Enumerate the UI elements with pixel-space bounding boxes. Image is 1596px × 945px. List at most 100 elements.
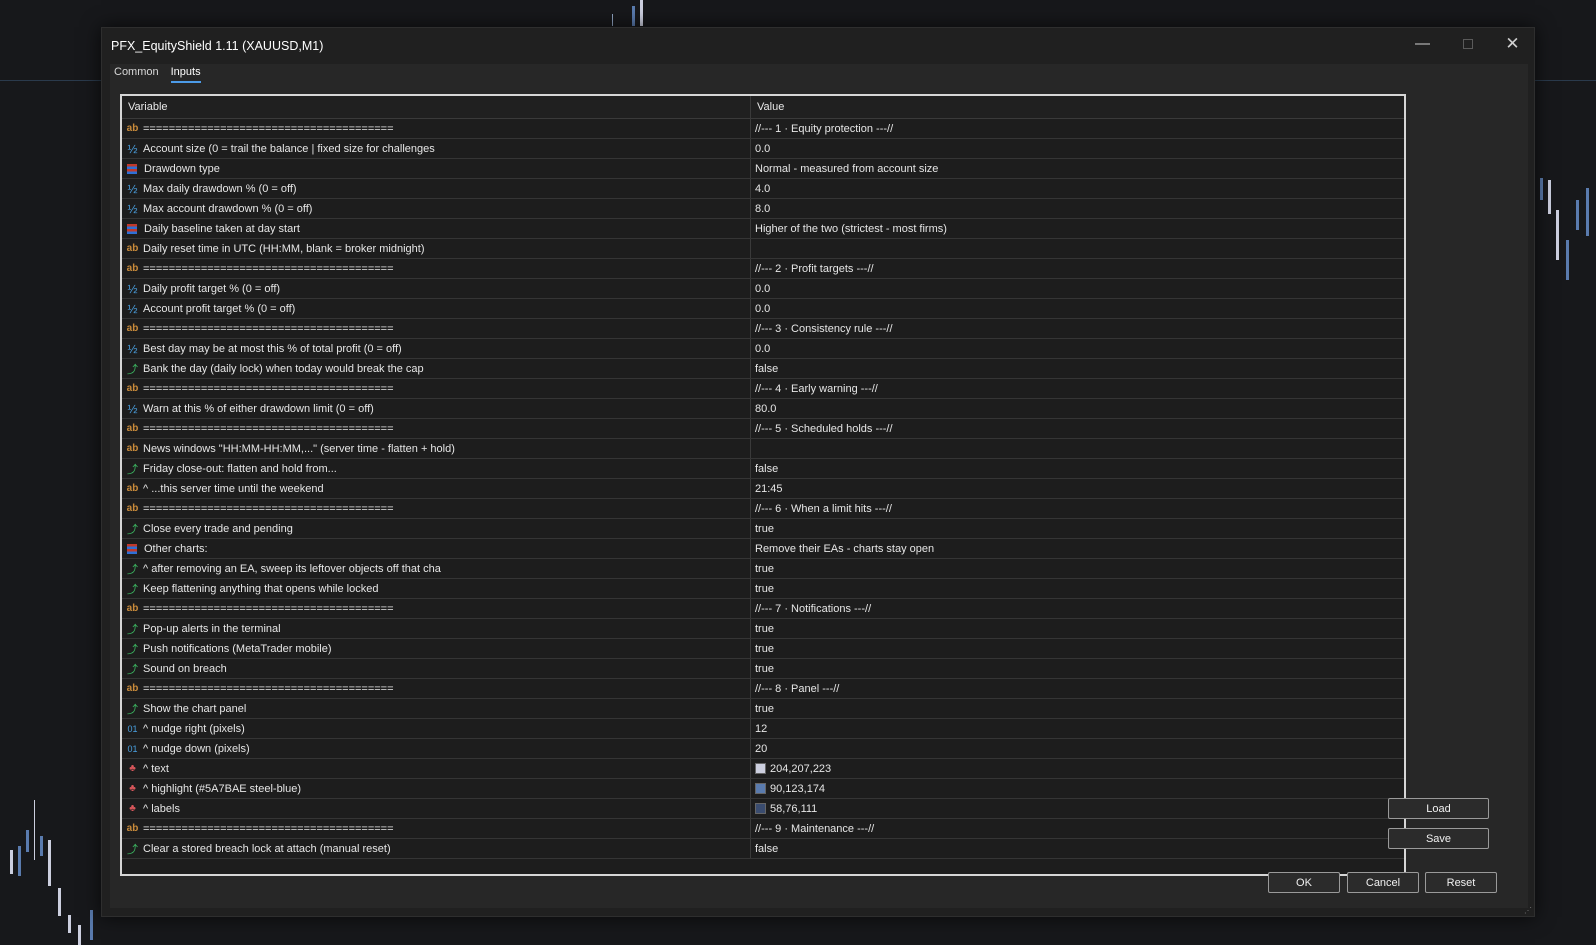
table-row[interactable]: ♣ ^ highlight (#5A7BAE steel-blue) 90,123,…	[122, 779, 1404, 799]
value-cell[interactable]: 80.0	[751, 399, 1404, 418]
value-cell[interactable]: //--- 7 · Notifications ---//	[751, 599, 1404, 618]
value-text: 12	[755, 722, 768, 735]
table-row[interactable]: ab ======================================…	[122, 379, 1404, 399]
table-row[interactable]: ½ Daily profit target % (0 = off) 0.0	[122, 279, 1404, 299]
value-cell[interactable]	[751, 239, 1404, 258]
table-row[interactable]: ⤴ Friday close-out: flatten and hold from…	[122, 459, 1404, 479]
value-cell[interactable]: 20	[751, 739, 1404, 758]
value-cell[interactable]: 204,207,223	[751, 759, 1404, 778]
value-cell[interactable]	[751, 439, 1404, 458]
value-cell[interactable]: //--- 2 · Profit targets ---//	[751, 259, 1404, 278]
table-row[interactable]: ♣ ^ labels 58,76,111	[122, 799, 1404, 819]
reset-button[interactable]: Reset	[1425, 872, 1497, 893]
value-cell[interactable]: true	[751, 659, 1404, 678]
table-row[interactable]: 01 ^ nudge right (pixels) 12	[122, 719, 1404, 739]
variable-label: Daily reset time in UTC (HH:MM, blank = …	[143, 242, 425, 255]
value-cell[interactable]: true	[751, 519, 1404, 538]
value-cell[interactable]: //--- 8 · Panel ---//	[751, 679, 1404, 698]
chart-candle	[632, 6, 635, 26]
value-cell[interactable]: 8.0	[751, 199, 1404, 218]
table-row[interactable]: ab ======================================…	[122, 599, 1404, 619]
value-cell[interactable]: Higher of the two (strictest - most firm…	[751, 219, 1404, 238]
table-row[interactable]: 01 ^ nudge down (pixels) 20	[122, 739, 1404, 759]
value-cell[interactable]: 0.0	[751, 299, 1404, 318]
table-row[interactable]: ⤴ Bank the day (daily lock) when today wo…	[122, 359, 1404, 379]
table-row[interactable]: ½ Max account drawdown % (0 = off) 8.0	[122, 199, 1404, 219]
table-row[interactable]: ab ======================================…	[122, 819, 1404, 839]
table-row[interactable]: ♣ ^ text 204,207,223	[122, 759, 1404, 779]
table-row[interactable]: ⤴ Clear a stored breach lock at attach (m…	[122, 839, 1404, 859]
table-row[interactable]: ab ======================================…	[122, 319, 1404, 339]
value-cell[interactable]: //--- 1 · Equity protection ---//	[751, 119, 1404, 138]
value-cell[interactable]: //--- 5 · Scheduled holds ---//	[751, 419, 1404, 438]
title-bar[interactable]: PFX_EquityShield 1.11 (XAUUSD,M1)	[102, 28, 1534, 64]
table-row[interactable]: ½ Account size (0 = trail the balance | f…	[122, 139, 1404, 159]
tab-common[interactable]: Common	[114, 66, 159, 83]
table-row[interactable]: ⤴ Show the chart panel true	[122, 699, 1404, 719]
table-row[interactable]: Other charts: Remove their EAs - charts s…	[122, 539, 1404, 559]
cancel-button[interactable]: Cancel	[1347, 872, 1419, 893]
value-cell[interactable]: true	[751, 639, 1404, 658]
value-cell[interactable]: false	[751, 839, 1404, 858]
value-cell[interactable]: true	[751, 619, 1404, 638]
variable-label: Warn at this % of either drawdown limit …	[143, 402, 374, 415]
value-cell[interactable]: true	[751, 579, 1404, 598]
value-cell[interactable]: true	[751, 559, 1404, 578]
table-row[interactable]: ½ Max daily drawdown % (0 = off) 4.0	[122, 179, 1404, 199]
value-cell[interactable]: //--- 3 · Consistency rule ---//	[751, 319, 1404, 338]
value-cell[interactable]: Normal - measured from account size	[751, 159, 1404, 178]
table-row[interactable]: ⤴ Push notifications (MetaTrader mobile) t…	[122, 639, 1404, 659]
value-cell[interactable]: false	[751, 459, 1404, 478]
header-value[interactable]: Value	[751, 96, 1404, 118]
value-cell[interactable]: 0.0	[751, 279, 1404, 298]
table-row[interactable]: ab ======================================…	[122, 119, 1404, 139]
table-row[interactable]: ab ======================================…	[122, 499, 1404, 519]
tab-inputs[interactable]: Inputs	[170, 66, 201, 83]
value-cell[interactable]: true	[751, 699, 1404, 718]
table-row[interactable]: ab Daily reset time in UTC (HH:MM, blank …	[122, 239, 1404, 259]
load-button[interactable]: Load	[1388, 798, 1489, 819]
table-row[interactable]: ½ Best day may be at most this % of total…	[122, 339, 1404, 359]
value-cell[interactable]: 0.0	[751, 139, 1404, 158]
minimize-button[interactable]: —	[1400, 28, 1445, 59]
resize-grip-icon[interactable]: ⋰	[1524, 906, 1532, 915]
value-cell[interactable]: 0.0	[751, 339, 1404, 358]
table-row[interactable]: ⤴ Close every trade and pending true	[122, 519, 1404, 539]
table-row[interactable]: ab ======================================…	[122, 419, 1404, 439]
variable-cell: ⤴ Bank the day (daily lock) when today wo…	[122, 359, 751, 378]
value-cell[interactable]: //--- 9 · Maintenance ---//	[751, 819, 1404, 838]
value-cell[interactable]: //--- 4 · Early warning ---//	[751, 379, 1404, 398]
header-variable[interactable]: Variable	[122, 96, 751, 118]
table-row[interactable]: ⤴ Sound on breach true	[122, 659, 1404, 679]
value-cell[interactable]: Remove their EAs - charts stay open	[751, 539, 1404, 558]
variable-label: Daily profit target % (0 = off)	[143, 282, 281, 295]
table-row[interactable]: ab ======================================…	[122, 679, 1404, 699]
save-button[interactable]: Save	[1388, 828, 1489, 849]
table-row[interactable]: ½ Account profit target % (0 = off) 0.0	[122, 299, 1404, 319]
value-cell[interactable]: 90,123,174	[751, 779, 1404, 798]
value-cell[interactable]: 21:45	[751, 479, 1404, 498]
value-cell[interactable]: 4.0	[751, 179, 1404, 198]
ok-button[interactable]: OK	[1268, 872, 1340, 893]
value-cell[interactable]: 12	[751, 719, 1404, 738]
value-cell[interactable]: false	[751, 359, 1404, 378]
variable-cell: ⤴ Clear a stored breach lock at attach (m…	[122, 839, 751, 858]
value-cell[interactable]: //--- 6 · When a limit hits ---//	[751, 499, 1404, 518]
table-row[interactable]: ab News windows "HH:MM-HH:MM,..." (server…	[122, 439, 1404, 459]
value-cell[interactable]: 58,76,111	[751, 799, 1404, 818]
chart-candle	[612, 14, 613, 26]
table-row[interactable]: ½ Warn at this % of either drawdown limit…	[122, 399, 1404, 419]
value-text: 90,123,174	[770, 782, 826, 795]
variable-cell: ab ======================================…	[122, 679, 751, 698]
table-row[interactable]: ab ^ ...this server time until the weeken…	[122, 479, 1404, 499]
table-row[interactable]: ⤴ Pop-up alerts in the terminal true	[122, 619, 1404, 639]
close-button[interactable]: ✕	[1490, 28, 1535, 59]
table-row[interactable]: ⤴ ^ after removing an EA, sweep its lefto…	[122, 559, 1404, 579]
string-icon: ab	[126, 823, 139, 834]
table-row[interactable]: ab ======================================…	[122, 259, 1404, 279]
variable-cell: ab News windows "HH:MM-HH:MM,..." (server…	[122, 439, 751, 458]
table-row[interactable]: Daily baseline taken at day start Higher …	[122, 219, 1404, 239]
variable-cell: 01 ^ nudge right (pixels)	[122, 719, 751, 738]
table-row[interactable]: ⤴ Keep flattening anything that opens whi…	[122, 579, 1404, 599]
table-row[interactable]: Drawdown type Normal - measured from acco…	[122, 159, 1404, 179]
